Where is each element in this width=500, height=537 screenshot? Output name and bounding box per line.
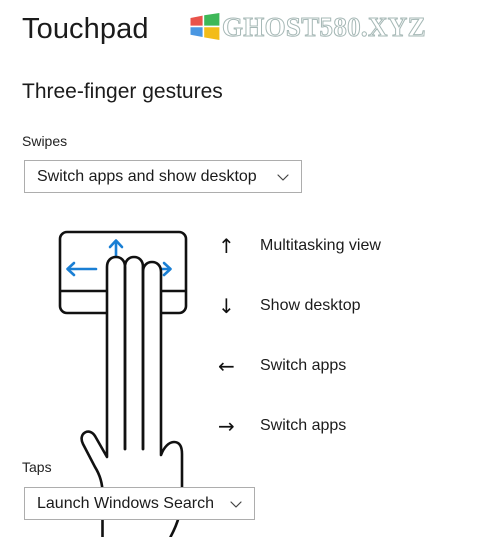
legend-label: Switch apps (260, 357, 347, 374)
swipes-label: Swipes (22, 133, 68, 149)
section-heading: Three-finger gestures (22, 80, 223, 103)
chevron-down-icon (276, 170, 290, 184)
legend-row: ↓ Show desktop (218, 294, 488, 354)
arrow-down-icon: ↓ (218, 294, 235, 318)
legend-label: Show desktop (260, 297, 361, 314)
watermark-text: GHOST580.XYZ (222, 12, 427, 42)
legend-row: ← Switch apps (218, 354, 488, 414)
legend-row: → Switch apps (218, 414, 488, 474)
legend-label: Multitasking view (260, 237, 381, 254)
legend-row: ↑ Multitasking view (218, 234, 488, 294)
legend-label: Switch apps (260, 417, 347, 434)
taps-dropdown-value: Launch Windows Search (37, 494, 214, 512)
arrow-up-icon: ↑ (218, 234, 235, 258)
windows-logo-icon (190, 13, 220, 41)
watermark: GHOST580.XYZ (190, 12, 427, 42)
swipes-dropdown[interactable]: Switch apps and show desktop (24, 160, 302, 193)
taps-dropdown[interactable]: Launch Windows Search (24, 487, 255, 520)
gesture-legend: ↑ Multitasking view ↓ Show desktop ← Swi… (218, 234, 488, 474)
arrow-right-icon: → (218, 414, 235, 438)
chevron-down-icon (229, 497, 243, 511)
arrow-left-icon: ← (218, 354, 235, 378)
page-title: Touchpad (22, 13, 149, 45)
swipes-dropdown-value: Switch apps and show desktop (37, 167, 257, 185)
taps-label: Taps (22, 459, 52, 475)
